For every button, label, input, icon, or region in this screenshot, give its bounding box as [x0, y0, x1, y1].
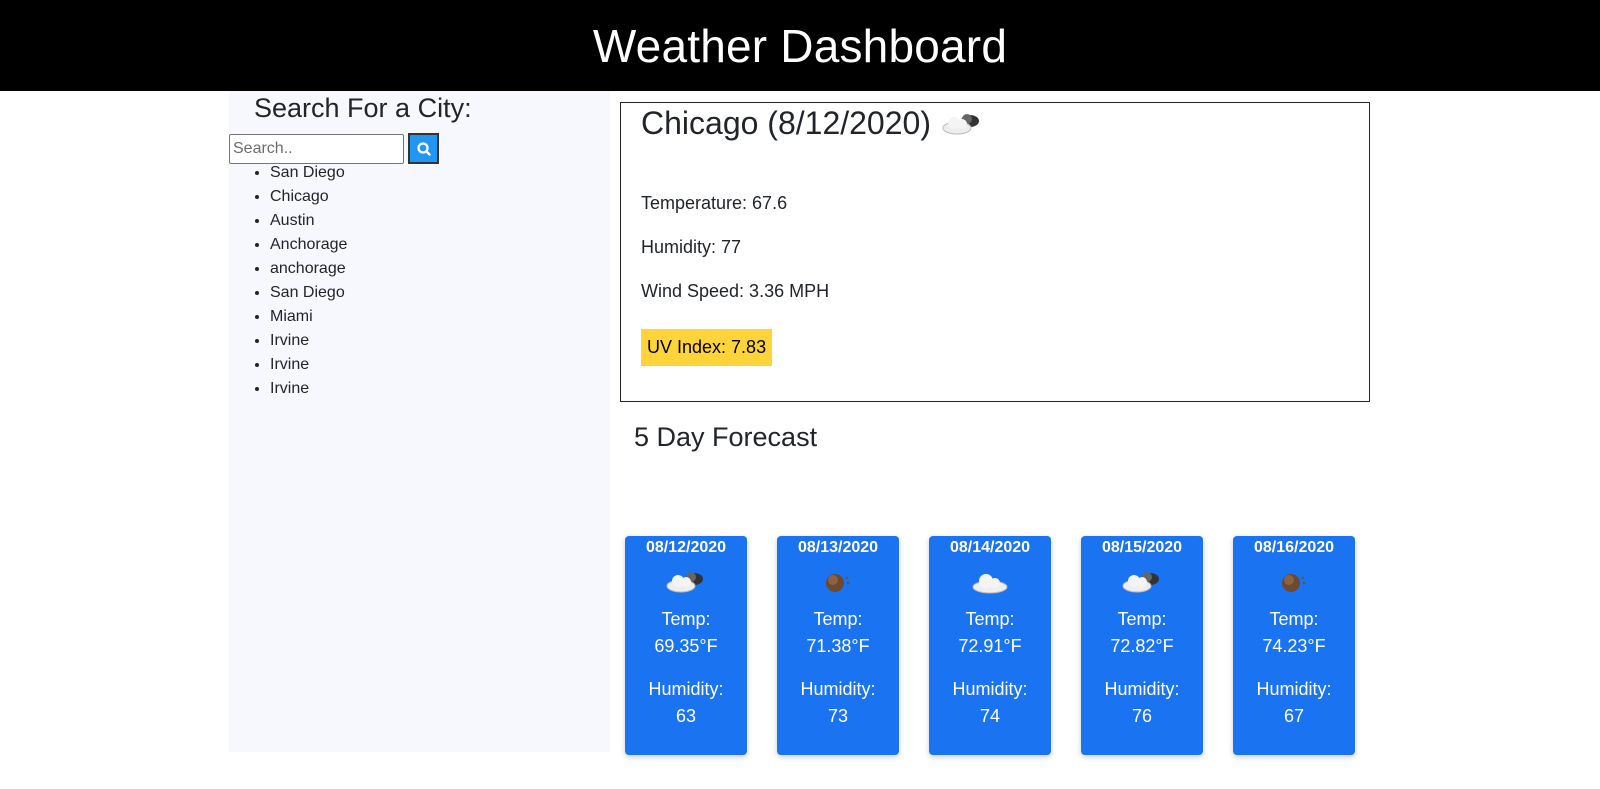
temp-label: Temp: [1269, 609, 1319, 629]
search-heading: Search For a City: [254, 93, 472, 123]
forecast-date: 08/15/2020 [1101, 539, 1183, 556]
temp-label: Temp: [1117, 609, 1167, 629]
temp-value: 74.23°F [1262, 636, 1326, 656]
forecast-date: 08/14/2020 [949, 539, 1031, 556]
temp-value: 71.38°F [806, 636, 870, 656]
history-item[interactable]: anchorage [270, 257, 347, 281]
current-city-date: Chicago (8/12/2020) [641, 105, 931, 141]
history-item[interactable]: Chicago [270, 185, 347, 209]
history-item[interactable]: Irvine [270, 377, 347, 401]
sidebar: Search For a City: San Diego Chicago Aus… [229, 91, 610, 752]
cloud-moon-icon [942, 113, 979, 134]
humidity-label: Humidity: [1256, 679, 1332, 699]
cloud-moon-icon [1122, 572, 1159, 593]
current-weather-panel: Chicago (8/12/2020) Temperature: 67.6 Hu… [620, 102, 1370, 402]
uv-index-badge: UV Index: 7.83 [641, 329, 773, 366]
forecast-card: 08/14/2020 Temp: 72.91°F Humidity: 74 [929, 536, 1051, 755]
temp-value: 72.91°F [958, 636, 1022, 656]
temp-label: Temp: [661, 609, 711, 629]
history-item[interactable]: Miami [270, 305, 347, 329]
forecast-date: 08/13/2020 [797, 539, 879, 556]
forecast-card: 08/13/2020 Temp: 71.38°F Humidity: 73 [777, 536, 899, 755]
history-item[interactable]: San Diego [270, 281, 347, 305]
humidity-label: Humidity: [648, 679, 724, 699]
forecast-date: 08/12/2020 [645, 539, 727, 556]
humidity-value: 63 [675, 706, 697, 726]
current-weather-title: Chicago (8/12/2020) [641, 105, 985, 142]
history-item[interactable]: Anchorage [270, 233, 347, 257]
humidity-value: 74 [979, 706, 1001, 726]
search-history-list: San Diego Chicago Austin Anchorage ancho… [229, 161, 347, 401]
cloud-icon [972, 574, 1008, 594]
forecast-card: 08/15/2020 Temp: 72.82°F Humidity: 76 [1081, 536, 1203, 755]
page-header: Weather Dashboard [0, 0, 1600, 91]
moon-icon [826, 574, 850, 592]
temp-value: 69.35°F [654, 636, 718, 656]
search-icon [416, 141, 431, 156]
forecast-cards: 08/12/2020 Temp: 69.35°F Humidity: 63 08… [625, 536, 1355, 755]
current-temperature: Temperature: 67.6 [641, 193, 788, 213]
search-input[interactable] [229, 133, 404, 164]
history-item[interactable]: San Diego [270, 161, 347, 185]
history-item[interactable]: Irvine [270, 353, 347, 377]
current-humidity: Humidity: 77 [641, 237, 742, 257]
forecast-date: 08/16/2020 [1253, 539, 1335, 556]
humidity-value: 73 [827, 706, 849, 726]
search-form [229, 133, 439, 164]
humidity-value: 67 [1283, 706, 1305, 726]
cloud-moon-icon [666, 572, 703, 593]
history-item[interactable]: Austin [270, 209, 347, 233]
temp-label: Temp: [965, 609, 1015, 629]
current-wind-speed: Wind Speed: 3.36 MPH [641, 281, 830, 301]
humidity-label: Humidity: [800, 679, 876, 699]
forecast-card: 08/12/2020 Temp: 69.35°F Humidity: 63 [625, 536, 747, 755]
humidity-value: 76 [1131, 706, 1153, 726]
history-item[interactable]: Irvine [270, 329, 347, 353]
temp-value: 72.82°F [1110, 636, 1174, 656]
page-title: Weather Dashboard [592, 19, 1008, 72]
temp-label: Temp: [813, 609, 863, 629]
moon-icon [1282, 574, 1306, 592]
search-button[interactable] [408, 133, 439, 164]
forecast-title: 5 Day Forecast [634, 422, 818, 452]
humidity-label: Humidity: [1104, 679, 1180, 699]
forecast-card: 08/16/2020 Temp: 74.23°F Humidity: 67 [1233, 536, 1355, 755]
humidity-label: Humidity: [952, 679, 1028, 699]
